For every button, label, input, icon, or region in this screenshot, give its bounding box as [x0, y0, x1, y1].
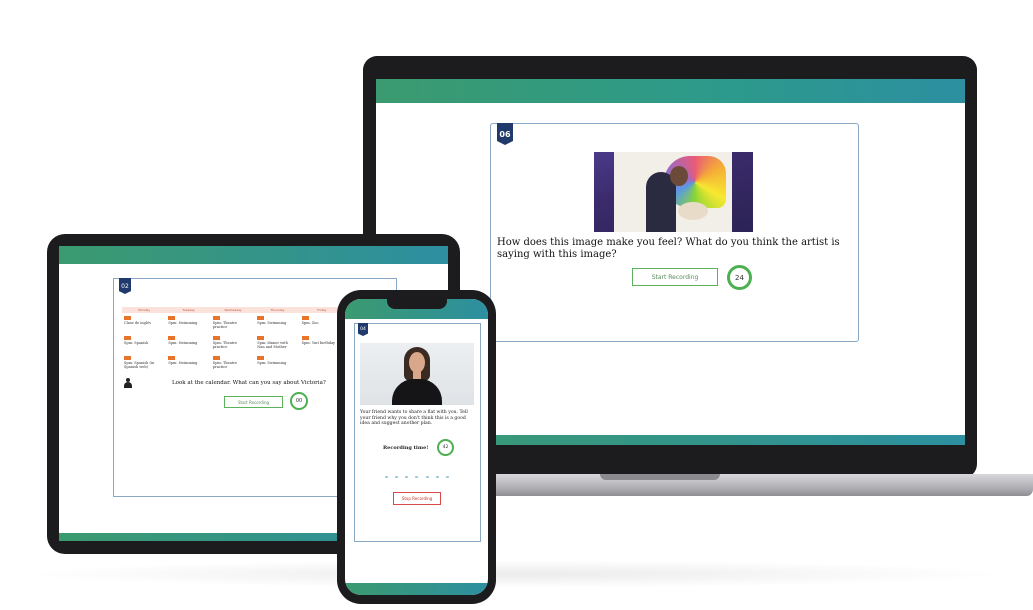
- person-icon-body: [124, 382, 132, 388]
- header-band: [376, 79, 965, 103]
- question-text: How does this image make you feel? What …: [497, 237, 840, 260]
- event-tag: [168, 316, 176, 320]
- stop-recording-button[interactable]: Stop Recording: [393, 492, 441, 505]
- event-tag: [257, 336, 265, 340]
- event-text: Spm: dinner with Nan and Mother: [257, 341, 288, 349]
- footer-band: [345, 583, 488, 595]
- event-tag: [168, 336, 176, 340]
- calendar-event: Clase de inglés: [122, 316, 166, 332]
- calendar-day-header: Thursday: [270, 308, 285, 312]
- event-tag: [212, 356, 220, 360]
- wave-bar: [385, 476, 388, 478]
- wave-bar: [445, 476, 449, 478]
- event-text: Spm: Swimming: [257, 321, 287, 325]
- wave-bar: [405, 476, 409, 478]
- question-number-badge: 02: [119, 278, 131, 294]
- event-tag: [212, 336, 220, 340]
- countdown-timer: 00: [290, 392, 308, 410]
- phone-notch: [387, 299, 447, 309]
- countdown-timer: 24: [727, 265, 752, 290]
- wave-bar: [425, 476, 429, 478]
- calendar-event: Spm: Swimming: [166, 316, 210, 332]
- calendar-event: Spm: Spanish (in Spanish web): [122, 356, 166, 372]
- event-text: Spm: Theatre practice: [212, 341, 237, 349]
- laptop-hinge-notch: [600, 474, 720, 480]
- event-text: Spm: Theatre practice: [212, 321, 237, 329]
- countdown-timer: 42: [437, 439, 454, 456]
- presenter-video: [360, 343, 474, 405]
- start-recording-button[interactable]: Start Recording: [224, 396, 283, 408]
- event-tag: [301, 316, 309, 320]
- start-recording-button[interactable]: Start Recording: [632, 268, 718, 286]
- painting-image: [594, 152, 753, 232]
- question-number-badge: 06: [497, 123, 513, 145]
- recording-label: Recording time!: [383, 445, 429, 451]
- event-tag: [124, 316, 131, 320]
- calendar-day-header: Tuesday: [182, 308, 195, 312]
- floor-shadow: [20, 560, 1010, 588]
- wave-bar: [395, 476, 399, 478]
- calendar-grid: Clase de inglés Spm: Swimming Spm: Theat…: [122, 316, 344, 372]
- calendar-event: Spm: Theatre practice: [211, 336, 255, 352]
- event-tag: [124, 336, 131, 340]
- event-text: Spm: Spanish: [124, 341, 149, 345]
- event-text: Spm: Swimming: [168, 321, 198, 325]
- event-tag: [257, 356, 265, 360]
- calendar-event: Spm: Swimming: [166, 356, 210, 372]
- calendar-day-header: Monday: [138, 308, 151, 312]
- wave-bar: [415, 476, 419, 478]
- prompt-text: Your friend wants to share a flat with y…: [360, 410, 468, 427]
- calendar-event: Spm: Swimming: [255, 316, 299, 332]
- person-icon: [124, 378, 132, 388]
- event-text: Spm: Spanish (in Spanish web): [124, 361, 155, 369]
- presenter-face: [409, 352, 425, 373]
- calendar-event: Spm: dinner with Nan and Mother: [255, 336, 299, 352]
- artist-head: [670, 166, 688, 186]
- event-text: Spm: Zoo: [301, 321, 319, 325]
- event-text: Clase de inglés: [124, 321, 151, 325]
- calendar-event: Spm: Theatre practice: [211, 356, 255, 372]
- paint-palette: [678, 202, 708, 220]
- event-text: Spm: Swimming: [168, 341, 198, 345]
- calendar-event: Spm: Theatre practice: [211, 316, 255, 332]
- event-tag: [212, 316, 220, 320]
- audio-waveform: [385, 476, 449, 479]
- event-text: Spm: Yuri birthday: [301, 341, 336, 345]
- presenter-body: [392, 379, 442, 405]
- question-card: 04 Your friend wants to share a flat wit…: [354, 323, 481, 542]
- calendar: Monday Tuesday Wednesday Thursday Friday…: [122, 307, 344, 372]
- device-showcase: 06 How does this image make you feel? Wh…: [0, 0, 1033, 610]
- header-band: [59, 246, 448, 264]
- event-text: Spm: Swimming: [257, 361, 287, 365]
- calendar-event: Spm: Swimming: [255, 356, 299, 372]
- calendar-header: Monday Tuesday Wednesday Thursday Friday: [122, 307, 344, 313]
- event-tag: [124, 356, 131, 360]
- event-text: Spm: Swimming: [168, 361, 198, 365]
- phone-screen: 04 Your friend wants to share a flat wit…: [345, 299, 488, 595]
- calendar-event: Spm: Swimming: [166, 336, 210, 352]
- event-tag: [257, 316, 265, 320]
- event-text: Spm: Theatre practice: [212, 361, 237, 369]
- wave-bar: [435, 476, 439, 478]
- calendar-event: Spm: Spanish: [122, 336, 166, 352]
- event-tag: [168, 356, 176, 360]
- question-number-badge: 04: [358, 323, 368, 336]
- calendar-day-header: Wednesday: [224, 308, 242, 312]
- question-card: 06 How does this image make you feel? Wh…: [490, 123, 859, 342]
- event-tag: [301, 336, 309, 340]
